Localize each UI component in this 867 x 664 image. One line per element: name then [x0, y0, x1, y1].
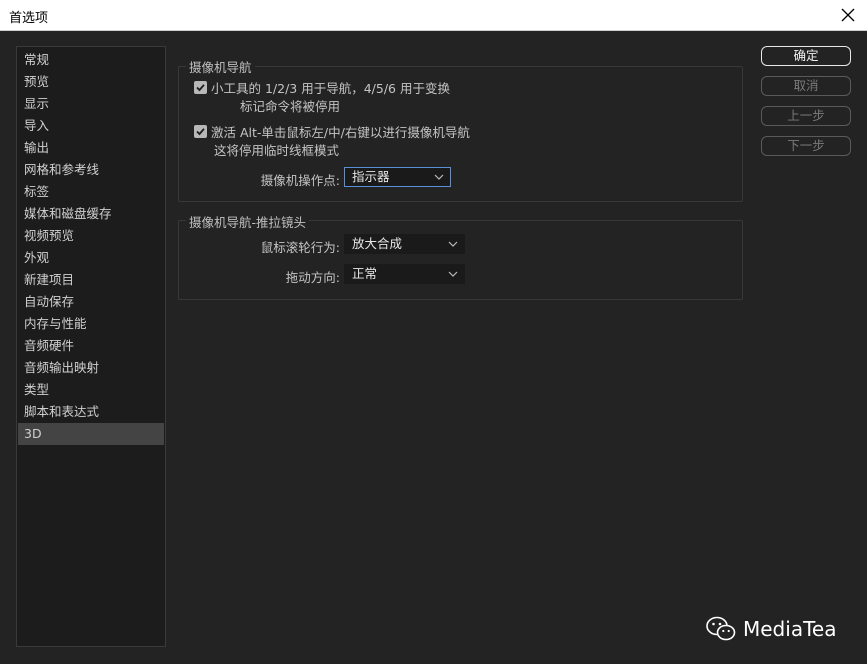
- sidebar-item-media-cache[interactable]: 媒体和磁盘缓存: [18, 203, 164, 225]
- preferences-dialog: 常规 预览 显示 导入 输出 网格和参考线 标签 媒体和磁盘缓存 视频预览 外观…: [0, 31, 867, 664]
- sidebar-item-grids-guides[interactable]: 网格和参考线: [18, 159, 164, 181]
- chevron-down-icon: [448, 271, 458, 277]
- category-list: 常规 预览 显示 导入 输出 网格和参考线 标签 媒体和磁盘缓存 视频预览 外观…: [16, 46, 166, 647]
- operation-point-value: 指示器: [352, 169, 390, 184]
- chevron-down-icon: [434, 174, 444, 180]
- wechat-icon: [706, 616, 736, 641]
- close-icon[interactable]: [837, 4, 859, 26]
- sidebar-item-new-project[interactable]: 新建项目: [18, 269, 164, 291]
- alt-click-navigation-label: 激活 Alt-单击鼠标左/中/右键以进行摄像机导航: [211, 125, 470, 140]
- sidebar-item-display[interactable]: 显示: [18, 93, 164, 115]
- gizmo-navigation-checkbox[interactable]: [194, 81, 207, 94]
- alt-click-navigation-checkbox[interactable]: [194, 125, 207, 138]
- watermark-text: MediaTea: [743, 617, 837, 641]
- checkmark-icon: [196, 128, 205, 136]
- wheel-behavior-label: 鼠标滚轮行为:: [260, 240, 340, 255]
- sidebar-item-type[interactable]: 类型: [18, 379, 164, 401]
- gizmo-navigation-note: 标记命令将被停用: [240, 99, 341, 114]
- sidebar-item-labels[interactable]: 标签: [18, 181, 164, 203]
- sidebar-item-preview[interactable]: 预览: [18, 71, 164, 93]
- title-bar: 首选项: [0, 0, 867, 31]
- wheel-behavior-dropdown[interactable]: 放大合成: [344, 234, 465, 254]
- dolly-group: [178, 220, 743, 300]
- ok-button[interactable]: 确定: [761, 46, 851, 66]
- sidebar-item-import[interactable]: 导入: [18, 115, 164, 137]
- operation-point-dropdown[interactable]: 指示器: [344, 167, 451, 187]
- sidebar-item-memory-performance[interactable]: 内存与性能: [18, 313, 164, 335]
- dolly-group-title: 摄像机导航-推拉镜头: [186, 212, 310, 231]
- watermark: MediaTea: [706, 614, 836, 644]
- chevron-down-icon: [448, 241, 458, 247]
- sidebar-item-scripting[interactable]: 脚本和表达式: [18, 401, 164, 423]
- camera-navigation-title: 摄像机导航: [186, 57, 255, 76]
- drag-direction-label: 拖动方向:: [285, 270, 340, 285]
- next-button[interactable]: 下一步: [761, 136, 851, 156]
- sidebar-item-audio-hardware[interactable]: 音频硬件: [18, 335, 164, 357]
- sidebar-item-appearance[interactable]: 外观: [18, 247, 164, 269]
- operation-point-label: 摄像机操作点:: [260, 173, 340, 188]
- sidebar-item-general[interactable]: 常规: [18, 49, 164, 71]
- gizmo-navigation-label: 小工具的 1/2/3 用于导航，4/5/6 用于变换: [211, 81, 450, 96]
- window-title: 首选项: [9, 11, 49, 26]
- sidebar-item-3d[interactable]: 3D: [18, 423, 164, 445]
- sidebar-item-auto-save[interactable]: 自动保存: [18, 291, 164, 313]
- drag-direction-dropdown[interactable]: 正常: [344, 264, 465, 284]
- sidebar-item-output[interactable]: 输出: [18, 137, 164, 159]
- previous-button[interactable]: 上一步: [761, 106, 851, 126]
- drag-direction-value: 正常: [352, 266, 378, 281]
- checkmark-icon: [196, 84, 205, 92]
- cancel-button[interactable]: 取消: [761, 76, 851, 96]
- alt-click-navigation-note: 这将停用临时线框模式: [214, 143, 340, 158]
- sidebar-item-video-preview[interactable]: 视频预览: [18, 225, 164, 247]
- wheel-behavior-value: 放大合成: [352, 236, 403, 251]
- sidebar-item-audio-output-mapping[interactable]: 音频输出映射: [18, 357, 164, 379]
